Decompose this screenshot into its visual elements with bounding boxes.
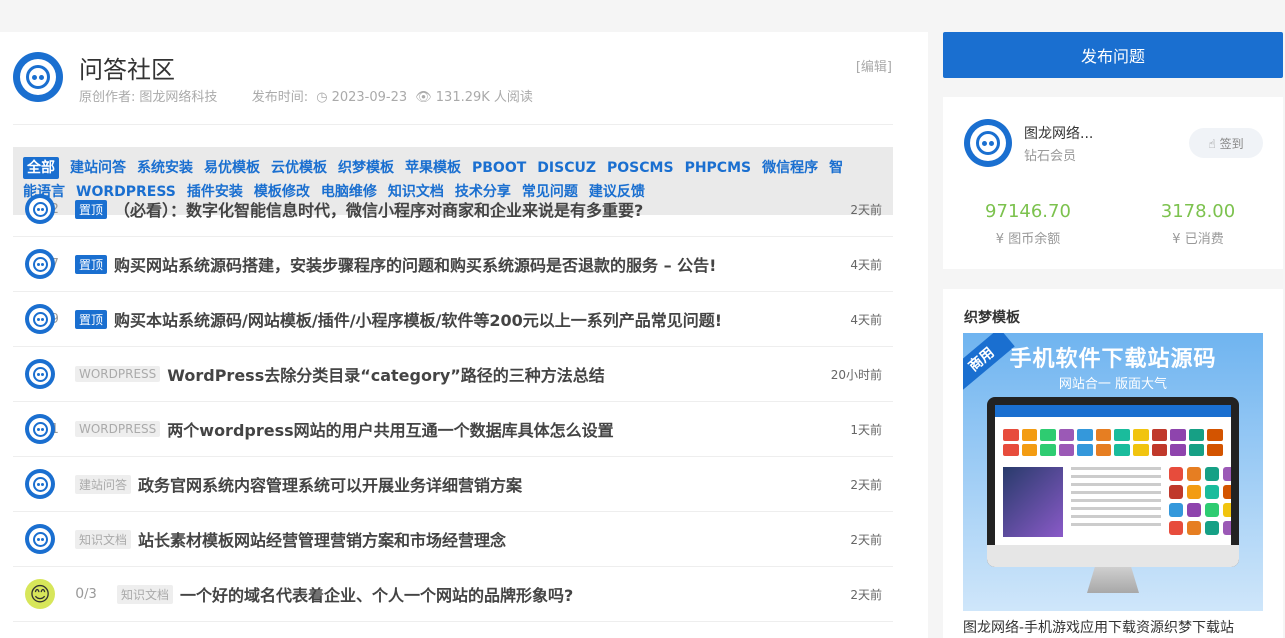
question-tag[interactable]: 建站问答 [75,474,132,494]
balance-label: ¥ 图币余额 [995,232,1061,247]
question-tag[interactable]: WORDPRESS [75,366,161,382]
publish-date: 2023-09-23 [331,90,408,105]
user-avatar-icon[interactable] [25,414,55,444]
apple-icon [987,545,1239,567]
clock-icon: ◷ [316,90,328,105]
category-link[interactable]: 全部 [23,157,59,179]
question-time: 1天前 [850,422,882,437]
user-name[interactable]: 图龙网络... [1024,123,1093,143]
publish-label: 发布时间: [251,90,309,105]
question-tag[interactable]: 知识文档 [75,529,132,549]
ad-banner[interactable]: 商用 手机软件下载站源码 网站合一 版面大气 [963,333,1263,611]
category-link[interactable]: 微信程序 [762,156,818,180]
spent-stat: 3178.00 ¥ 已消费 [1113,201,1283,247]
question-title[interactable]: 政务官网系统内容管理系统可以开展业务详细营销方案 [138,472,522,496]
question-row[interactable]: 0/2建站问答政务官网系统内容管理系统可以开展业务详细营销方案2天前 [13,457,893,512]
category-link[interactable]: DISCUZ [537,156,596,180]
category-link[interactable]: 系统安装 [137,156,193,180]
question-list: 0/22置顶（必看）：数字化智能信息时代，微信小程序对商家和企业来说是有多重要?… [13,182,893,622]
user-avatar-icon[interactable] [25,249,55,279]
category-link[interactable]: 云优模板 [271,156,327,180]
ad-subline: 网站合一 版面大气 [1058,377,1168,392]
page-title: 问答社区 [79,56,175,84]
question-row[interactable]: 0/22置顶（必看）：数字化智能信息时代，微信小程序对商家和企业来说是有多重要?… [13,182,893,237]
spent-value: 3178.00 [1160,201,1236,222]
question-title[interactable]: 两个wordpress网站的用户共用互通一个数据库具体怎么设置 [167,417,613,441]
question-title[interactable]: 站长素材模板网站经营管理营销方案和市场经营理念 [138,527,506,551]
category-link[interactable]: PBOOT [472,156,526,180]
category-link[interactable]: 织梦模板 [338,156,394,180]
user-avatar-icon[interactable] [25,304,55,334]
signin-label: 签到 [1219,136,1244,151]
author-label: 原创作者: [79,90,136,105]
balance-value: 97146.70 [985,201,1071,222]
question-tag[interactable]: 置顶 [75,199,108,219]
monitor-illustration [987,397,1239,567]
question-title[interactable]: 购买本站系统源码/网站模板/插件/小程序模板/软件等200元以上一系列产品常见问… [114,307,722,331]
answer-view-count: 0/3 [75,586,97,602]
publish-question-button[interactable]: 发布问题 [943,32,1283,78]
question-title[interactable]: WordPress去除分类目录“category”路径的三种方法总结 [167,362,605,386]
hand-icon: ☝ [1208,136,1216,151]
question-time: 2天前 [850,587,882,602]
question-time: 2天前 [850,532,882,547]
question-tag[interactable]: 置顶 [75,254,108,274]
template-ad-card: 织梦模板 商用 手机软件下载站源码 网站合一 版面大气 图龙网络-手机游戏应用下… [943,289,1283,638]
spent-label: ¥ 已消费 [1172,232,1224,247]
site-logo-icon [13,52,63,102]
question-row[interactable]: 0/6WORDPRESSWordPress去除分类目录“category”路径的… [13,347,893,402]
user-level: 钻石会员 [1024,149,1077,164]
question-row[interactable]: 0/5知识文档站长素材模板网站经营管理营销方案和市场经营理念2天前 [13,512,893,567]
question-title[interactable]: （必看）：数字化智能信息时代，微信小程序对商家和企业来说是有多重要? [114,197,643,221]
edit-link[interactable]: [编辑] [856,56,892,75]
user-avatar-icon[interactable]: 😊 [25,579,55,609]
category-link[interactable]: 易优模板 [204,156,260,180]
eye-icon: 👁 [415,90,432,105]
category-link[interactable]: 智 [829,156,843,180]
question-row[interactable]: 0/19置顶购买本站系统源码/网站模板/插件/小程序模板/软件等200元以上一系… [13,292,893,347]
question-row[interactable]: 0/17置顶购买网站系统源码搭建，安装步骤程序的问题和购买系统源码是否退款的服务… [13,237,893,292]
category-link[interactable]: 建站问答 [70,156,126,180]
author-name: 图龙网络科技 [139,90,218,105]
user-card: 图龙网络... 钻石会员 ☝ 签到 97146.70 ¥ 图币余额 3178.0… [943,97,1283,269]
header-divider [13,124,893,125]
question-time: 4天前 [850,257,882,272]
category-link[interactable]: POSCMS [607,156,674,180]
view-count: 131.29K 人阅读 [435,90,533,105]
question-row[interactable]: 0/11WORDPRESS两个wordpress网站的用户共用互通一个数据库具体… [13,402,893,457]
user-avatar[interactable] [964,119,1012,167]
category-link[interactable]: 苹果模板 [405,156,461,180]
question-time: 2天前 [850,477,882,492]
question-row[interactable]: 😊 0/3 知识文档 一个好的域名代表着企业、个人一个网站的品牌形象吗? 2天前 [13,567,893,622]
signin-button[interactable]: ☝ 签到 [1189,128,1263,158]
question-time: 4天前 [850,312,882,327]
post-meta: 原创作者: 图龙网络科技 发布时间: ◷ 2023-09-23 👁 131.29K 人… [79,86,537,105]
balance-stat: 97146.70 ¥ 图币余额 [943,201,1113,247]
ad-section-title: 织梦模板 [964,310,1020,326]
question-time: 20小时前 [830,367,882,382]
question-title[interactable]: 一个好的域名代表着企业、个人一个网站的品牌形象吗? [180,582,573,606]
category-link[interactable]: PHPCMS [685,156,752,180]
question-tag[interactable]: 置顶 [75,309,108,329]
question-tag[interactable]: WORDPRESS [75,421,161,437]
user-avatar-icon[interactable] [25,359,55,389]
question-title[interactable]: 购买网站系统源码搭建，安装步骤程序的问题和购买系统源码是否退款的服务 – 公告! [114,252,716,276]
ad-caption[interactable]: 图龙网络-手机游戏应用下载资源织梦下载站 [963,617,1234,637]
user-avatar-icon[interactable] [25,469,55,499]
user-avatar-icon[interactable] [25,524,55,554]
user-avatar-icon[interactable] [25,194,55,224]
monitor-stand [1087,567,1139,593]
ad-headline: 手机软件下载站源码 [1009,347,1217,372]
question-time: 2天前 [850,202,882,217]
question-tag[interactable]: 知识文档 [117,584,174,604]
